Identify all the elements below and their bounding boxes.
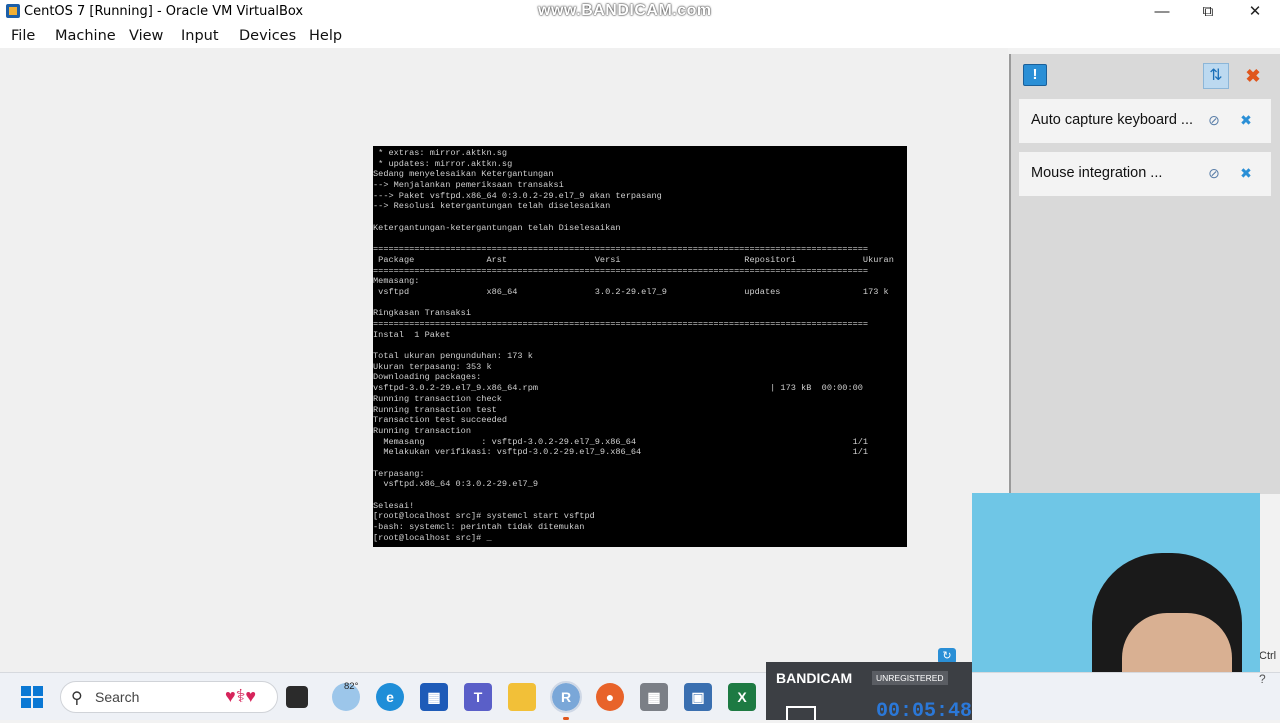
close-notification-icon[interactable]: ✖	[1237, 111, 1255, 129]
notification-toolbar: ! ⇅ ✖	[1011, 54, 1280, 96]
window-title: CentOS 7 [Running] - Oracle VM VirtualBo…	[24, 4, 304, 19]
store-icon[interactable]: ▦	[420, 683, 448, 711]
menu-devices[interactable]: Devices	[239, 28, 296, 44]
excel-icon[interactable]: X	[728, 683, 756, 711]
search-highlight-icon: ♥⚕♥	[225, 686, 257, 706]
virtualbox-app-icon	[6, 4, 20, 18]
r-app-icon[interactable]: R	[550, 681, 582, 713]
calculator-icon[interactable]: ▦	[640, 683, 668, 711]
notification-label: Mouse integration ...	[1031, 165, 1163, 181]
menu-input[interactable]: Input	[181, 28, 219, 44]
notification-alert-icon[interactable]: !	[1023, 64, 1047, 86]
dismiss-all-icon[interactable]: ✖	[1241, 65, 1265, 87]
maximize-button[interactable]: ⧉	[1185, 0, 1231, 24]
task-view-icon[interactable]	[286, 686, 308, 708]
virtualbox-taskbar-icon[interactable]: ▣	[684, 683, 712, 711]
weather-temperature: 82°	[344, 681, 359, 692]
teams-icon[interactable]: T	[464, 683, 492, 711]
bandicam-recorder-bar: BANDICAM UNREGISTERED 00:05:48	[766, 662, 972, 723]
search-icon: ⚲	[71, 690, 83, 707]
firefox-icon[interactable]: ●	[596, 683, 624, 711]
menu-machine[interactable]: Machine	[55, 28, 116, 44]
notification-keyboard-capture[interactable]: Auto capture keyboard ... ⊘ ✖	[1019, 99, 1271, 143]
mute-notification-icon[interactable]: ⊘	[1205, 164, 1223, 182]
host-key-label: Ctrl	[1259, 650, 1277, 662]
close-button[interactable]: ✕	[1232, 0, 1278, 24]
file-explorer-icon[interactable]	[508, 683, 536, 711]
notification-label: Auto capture keyboard ...	[1031, 112, 1194, 128]
console-output: * extras: mirror.aktkn.sg * updates: mir…	[373, 148, 894, 543]
mute-notification-icon[interactable]: ⊘	[1205, 111, 1223, 129]
bandicam-logo: BANDICAM	[776, 670, 853, 686]
menu-view[interactable]: View	[129, 28, 163, 44]
bandicam-registration-badge: UNREGISTERED	[872, 671, 948, 685]
sort-notifications-icon[interactable]: ⇅	[1203, 63, 1229, 89]
bandicam-screen-icon[interactable]	[786, 706, 816, 720]
help-icon[interactable]: ?	[1259, 672, 1266, 686]
windows-start-icon[interactable]	[21, 686, 43, 708]
menu-help[interactable]: Help	[309, 28, 342, 44]
bandicam-watermark: www.BANDICAM.com	[538, 2, 712, 19]
taskbar-search[interactable]: ⚲ Search ♥⚕♥	[60, 681, 278, 713]
vm-console-screen[interactable]: * extras: mirror.aktkn.sg * updates: mir…	[373, 146, 907, 547]
notification-center: ! ⇅ ✖ Auto capture keyboard ... ⊘ ✖ Mous…	[1009, 54, 1280, 494]
search-label: Search	[95, 689, 140, 705]
taskbar: ⚲ Search ♥⚕♥ 82° e ▦ T R ● ▦ ▣ X	[0, 672, 1280, 720]
menu-file[interactable]: File	[11, 28, 35, 44]
window-titlebar: CentOS 7 [Running] - Oracle VM VirtualBo…	[0, 0, 1280, 24]
menu-bar: File Machine View Input Devices Help	[0, 24, 1280, 48]
edge-browser-icon[interactable]: e	[376, 683, 404, 711]
minimize-button[interactable]: —	[1139, 0, 1185, 24]
notification-mouse-integration[interactable]: Mouse integration ... ⊘ ✖	[1019, 152, 1271, 196]
close-notification-icon[interactable]: ✖	[1237, 164, 1255, 182]
